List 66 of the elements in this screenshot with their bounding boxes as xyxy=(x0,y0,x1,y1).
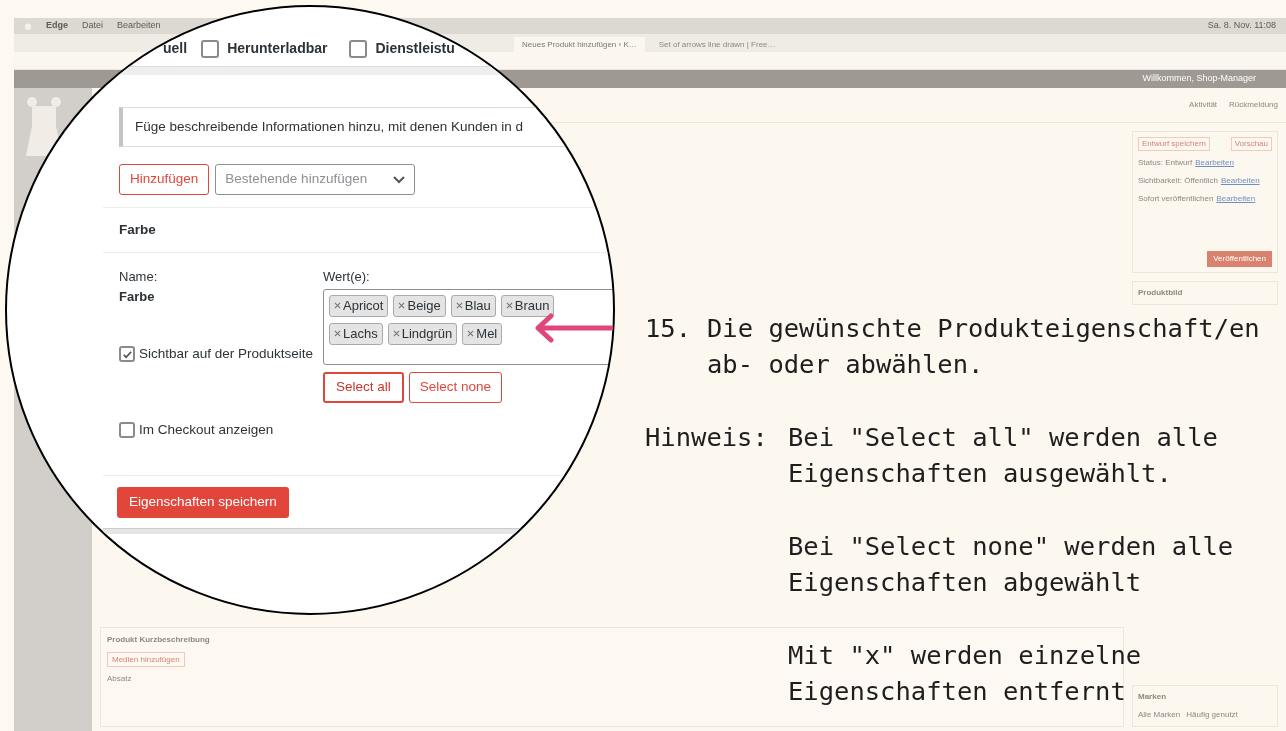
value-tag[interactable]: Lindgrün xyxy=(387,322,458,345)
publish-button[interactable]: Veröffentlichen xyxy=(1207,251,1272,267)
edit-link[interactable]: Bearbeiten xyxy=(1195,157,1234,169)
panel-tab[interactable]: Häufig genutzt xyxy=(1186,709,1238,721)
remove-icon xyxy=(505,302,513,309)
publish-info: Sichtbarkeit: Öffentlich xyxy=(1138,175,1218,187)
menu-item[interactable]: Edge xyxy=(46,19,68,33)
select-all-button[interactable]: Select all xyxy=(323,371,404,403)
publish-info: Sofort veröffentlichen xyxy=(1138,193,1214,205)
browser-tab[interactable]: Set of arrows line drawn | Free… xyxy=(650,37,784,52)
panel-title: Produktbild xyxy=(1138,288,1183,297)
chevron-down-icon xyxy=(393,175,406,184)
attribute-title: Farbe xyxy=(119,220,156,239)
value-tag[interactable]: Lachs xyxy=(329,322,383,345)
preview-button[interactable]: Vorschau xyxy=(1230,137,1272,151)
value-tag[interactable]: Mel xyxy=(462,322,503,345)
name-label: Name: xyxy=(119,268,159,286)
product-type-label: uell xyxy=(163,39,188,58)
greeting-text: Willkommen, Shop-Manager xyxy=(1142,72,1256,86)
checkbox[interactable] xyxy=(119,346,135,363)
checkbox-label: Sichtbar auf der Produktseite xyxy=(139,345,314,363)
checkbox[interactable] xyxy=(119,422,135,439)
save-attributes-button[interactable]: Eigenschaften speichern xyxy=(117,486,289,518)
values-field[interactable]: Apricot Beige Blau Braun Lachs Lindgrün Mel xyxy=(323,288,613,365)
panel-title: Marken xyxy=(1138,691,1167,703)
add-button[interactable]: Hinzufügen xyxy=(119,164,210,195)
hint-label: Hinweis: xyxy=(645,421,769,454)
remove-icon xyxy=(334,302,341,309)
browser-tab[interactable]: Neues Produkt hinzufügen ‹ K… xyxy=(514,37,645,52)
panel-title: Produkt Kurzbeschreibung xyxy=(107,634,211,646)
checkbox[interactable] xyxy=(201,39,220,58)
clock: Sa. 8. Nov. 11:08 xyxy=(1207,19,1276,33)
header-action[interactable]: Aktivität xyxy=(1189,99,1218,111)
checkbox-label: Herunterladbar xyxy=(227,39,328,58)
attribute-name: Farbe xyxy=(119,287,156,306)
checkmark-icon xyxy=(121,348,133,360)
bear-logo-icon xyxy=(24,96,64,156)
menu-item[interactable]: Bearbeiten xyxy=(117,19,161,33)
save-draft-button[interactable]: Entwurf speichern xyxy=(1138,137,1211,151)
checkbox-label: Im Checkout anzeigen xyxy=(139,421,274,440)
checkbox[interactable] xyxy=(349,39,368,58)
panel-tab[interactable]: Alle Marken xyxy=(1138,709,1181,721)
remove-icon xyxy=(455,302,463,309)
value-tag[interactable]: Beige xyxy=(393,294,446,317)
remove-icon xyxy=(398,302,406,309)
step-number: 15. xyxy=(645,312,693,345)
publish-info: Status: Entwurf xyxy=(1138,157,1193,169)
remove-icon xyxy=(467,330,475,337)
menu-item[interactable]: Datei xyxy=(82,19,104,33)
value-tag[interactable]: Braun xyxy=(500,294,555,317)
existing-select[interactable]: Bestehende hinzufügen xyxy=(215,164,416,195)
hint-text: Bei "Select none" werden alle Eigenschaften abgewählt xyxy=(788,530,1234,599)
remove-icon xyxy=(334,330,341,337)
edit-link[interactable]: Bearbeiten xyxy=(1216,193,1256,205)
select-none-button[interactable]: Select none xyxy=(408,371,503,403)
media-button[interactable]: Medien hinzufügen xyxy=(107,652,185,667)
value-tag[interactable]: Blau xyxy=(450,294,496,317)
header-action[interactable]: Rückmeldung xyxy=(1229,99,1278,111)
edit-link[interactable]: Bearbeiten xyxy=(1220,175,1260,187)
step-instruction: Die gewünschte Produkteigenschaft/en ab- oder abwählen. xyxy=(707,312,1260,381)
checkbox-label: Dienstleistu xyxy=(375,39,455,58)
value-tag[interactable]: Apricot xyxy=(329,294,389,317)
remove-icon xyxy=(392,330,400,337)
format-select[interactable]: Absatz xyxy=(107,673,157,685)
hint-text: Bei "Select all" werden alle Eigenschaften ausgewählt. xyxy=(788,421,1218,490)
values-label: Wert(e): xyxy=(323,268,371,286)
